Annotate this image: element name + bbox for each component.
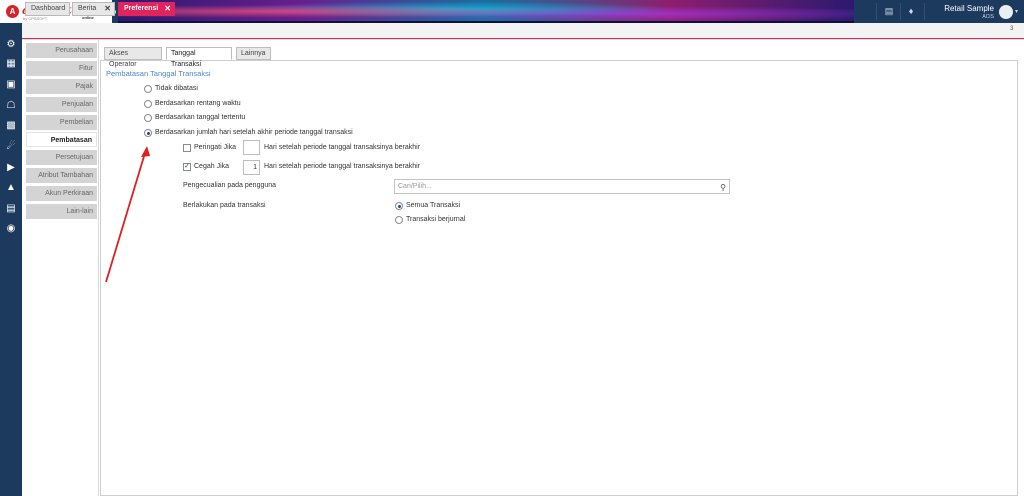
- tab-accent-line: [22, 38, 1024, 39]
- menu-item-lain-lain[interactable]: Lain-lain: [26, 204, 97, 219]
- avatar[interactable]: [999, 5, 1013, 19]
- exception-search-input[interactable]: Cari/Pilih... ⚲: [394, 179, 730, 194]
- menu-item-penjualan[interactable]: Penjualan: [26, 97, 97, 112]
- menu-item-atribut-tambahan[interactable]: Atribut Tambahan: [26, 168, 97, 183]
- header-banner: [118, 0, 854, 23]
- factory-icon[interactable]: ▲: [5, 182, 17, 194]
- block-suffix: Hari setelah periode tanggal transaksiny…: [264, 163, 421, 170]
- apply-option-label: Transaksi berjurnal: [406, 216, 466, 223]
- radio-transaksi-berjurnal[interactable]: [395, 216, 403, 224]
- search-placeholder: Cari/Pilih...: [398, 183, 432, 190]
- apply-option-label: Semua Transaksi: [406, 202, 461, 209]
- radio-semua-transaksi[interactable]: [395, 202, 403, 210]
- warn-checkbox[interactable]: [183, 144, 191, 152]
- subtab-tanggal-transaksi[interactable]: Tanggal Transaksi: [166, 47, 232, 68]
- subtab-akses-operator[interactable]: Akses Operator: [104, 47, 162, 68]
- report-icon[interactable]: ▤: [5, 203, 17, 215]
- cart-icon[interactable]: ☄: [5, 141, 17, 153]
- menu-item-pembatasan[interactable]: Pembatasan: [26, 132, 97, 147]
- subtab-lainnya[interactable]: Lainnya: [236, 47, 271, 60]
- box-icon[interactable]: ▩: [5, 120, 17, 132]
- header-divider: [900, 3, 901, 20]
- menu-item-pembelian[interactable]: Pembelian: [26, 115, 97, 130]
- tab-label: Preferensi: [124, 5, 159, 12]
- exception-label: Pengecualian pada pengguna: [183, 182, 277, 189]
- radio-jumlah-hari[interactable]: [144, 129, 152, 137]
- truck-icon[interactable]: ▶: [5, 162, 17, 174]
- contact-icon[interactable]: ◉: [5, 223, 17, 235]
- radio-tanggal-tertentu[interactable]: [144, 114, 152, 122]
- radio-tidak-dibatasi[interactable]: [144, 85, 152, 93]
- close-icon[interactable]: ✕: [164, 3, 171, 15]
- preferences-panel: [100, 60, 1018, 496]
- warn-label: Peringati Jika: [194, 144, 237, 151]
- search-icon[interactable]: ⚲: [720, 181, 726, 194]
- user-subtitle: ACIS: [982, 14, 994, 20]
- menu-item-fitur[interactable]: Fitur: [26, 61, 97, 76]
- tab-preferensi[interactable]: Preferensi ✕: [118, 2, 175, 16]
- accurate-logo-icon: A: [6, 5, 19, 18]
- section-title: Pembatasan Tanggal Transaksi: [106, 69, 211, 78]
- left-rail: ⚙ ▦ ▣ ☖ ▩ ☄ ▶ ▲ ▤ ◉: [0, 23, 22, 496]
- header-divider: [876, 3, 877, 20]
- tab-dashboard[interactable]: Dashboard: [25, 2, 70, 16]
- radio-rentang-waktu[interactable]: [144, 100, 152, 108]
- ledger-icon[interactable]: ▣: [5, 79, 17, 91]
- warn-days-input[interactable]: [243, 140, 260, 155]
- menu-item-akun-perkiraan[interactable]: Akun Perkiraan: [26, 186, 97, 201]
- bank-icon[interactable]: ☖: [5, 100, 17, 112]
- tab-count[interactable]: 3: [1010, 26, 1013, 32]
- tab-berita[interactable]: Berita ✕: [72, 2, 115, 16]
- block-days-input[interactable]: 1: [243, 160, 260, 175]
- apply-label: Berlakukan pada transaksi: [183, 202, 266, 209]
- building-icon[interactable]: ▦: [5, 58, 17, 70]
- user-name[interactable]: Retail Sample: [930, 4, 994, 13]
- book-icon[interactable]: ▤: [883, 6, 895, 17]
- menu-item-perusahaan[interactable]: Perusahaan: [26, 43, 97, 58]
- brand-tagline: by CPSSOFT: [23, 16, 48, 21]
- block-label: Cegah Jika: [194, 163, 230, 170]
- option-label: Berdasarkan jumlah hari setelah akhir pe…: [155, 129, 353, 136]
- gear-icon[interactable]: ⚙: [5, 39, 17, 51]
- option-label: Berdasarkan tanggal tertentu: [155, 114, 246, 121]
- close-icon[interactable]: ✕: [104, 3, 111, 15]
- menu-item-pajak[interactable]: Pajak: [26, 79, 97, 94]
- option-label: Berdasarkan rentang waktu: [155, 100, 241, 107]
- menu-item-persetujuan[interactable]: Persetujuan: [26, 150, 97, 165]
- header-divider: [924, 3, 925, 20]
- chevron-down-icon[interactable]: ▾: [1015, 8, 1018, 15]
- warn-suffix: Hari setelah periode tanggal transaksiny…: [264, 144, 421, 151]
- bell-icon[interactable]: ♦: [905, 6, 917, 17]
- tab-label: Dashboard: [31, 5, 66, 12]
- option-label: Tidak dibatasi: [155, 85, 198, 92]
- tab-label: Berita: [78, 5, 97, 12]
- block-checkbox[interactable]: ✓: [183, 163, 191, 171]
